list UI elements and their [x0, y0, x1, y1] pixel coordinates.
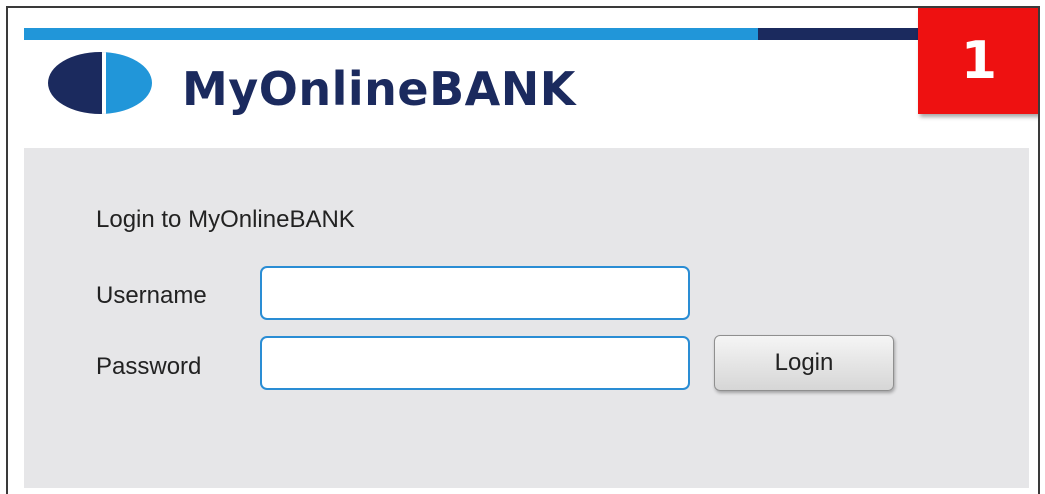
header-accent-bar-dark — [758, 28, 928, 40]
split-circle-logo-icon — [48, 52, 152, 114]
header-accent-bar-light — [24, 28, 764, 40]
password-label: Password — [96, 353, 202, 380]
username-input[interactable] — [260, 266, 690, 320]
step-number-badge: 1 — [918, 8, 1038, 114]
brand-name: MyOnlineBANK — [182, 62, 576, 116]
username-label: Username — [96, 282, 207, 309]
login-button[interactable]: Login — [714, 335, 894, 391]
page-frame: MyOnlineBANK 1 Login to MyOnlineBANK Use… — [6, 6, 1040, 494]
login-title: Login to MyOnlineBANK — [96, 206, 355, 233]
login-panel: Login to MyOnlineBANK Username Password … — [24, 148, 1029, 488]
password-input[interactable] — [260, 336, 690, 390]
